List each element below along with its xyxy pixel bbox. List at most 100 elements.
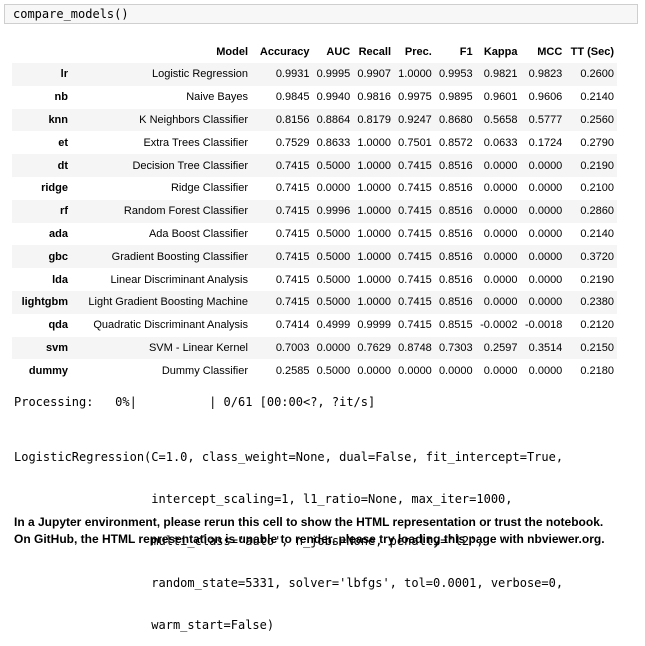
model-name: Gradient Boosting Classifier <box>111 250 248 263</box>
header-model: Model <box>216 46 248 58</box>
prec-cell: 0.7415 <box>398 296 432 309</box>
table-row: rf Random Forest Classifier 0.7415 0.9996 1.… <box>12 199 617 223</box>
table-header: Model Accuracy AUC Recall Prec. F1 Kappa… <box>12 41 617 63</box>
recall-cell: 0.7629 <box>357 341 392 354</box>
recall-cell: 1.0000 <box>357 273 392 286</box>
tt-sec-cell: 0.2380 <box>580 296 614 309</box>
mcc-cell: 0.0000 <box>528 273 563 286</box>
kappa-cell: 0.0000 <box>483 296 518 309</box>
f1-cell: 0.8516 <box>438 227 473 240</box>
auc-cell: 0.5000 <box>316 273 351 286</box>
row-index: dummy <box>28 364 68 377</box>
kappa-cell: 0.0000 <box>483 273 518 286</box>
recall-cell: 1.0000 <box>357 227 392 240</box>
header-tt-sec: TT (Sec) <box>570 46 614 58</box>
model-name: K Neighbors Classifier <box>139 113 248 126</box>
table-row: lightgbm Light Gradient Boosting Machine 0… <box>12 290 617 314</box>
accuracy-cell: 0.7415 <box>275 250 310 263</box>
auc-cell: 0.5000 <box>316 364 351 377</box>
mcc-cell: 0.0000 <box>528 205 563 218</box>
row-index: et <box>58 136 68 149</box>
header-kappa: Kappa <box>483 46 518 58</box>
header-accuracy: Accuracy <box>259 46 310 58</box>
model-name: Ada Boost Classifier <box>148 227 248 240</box>
header-row: Model Accuracy AUC Recall Prec. F1 Kappa… <box>12 41 617 63</box>
f1-cell: 0.8516 <box>438 296 473 309</box>
recall-cell: 0.9907 <box>357 68 392 81</box>
auc-cell: 0.9996 <box>316 205 351 218</box>
row-index: svm <box>45 341 68 354</box>
auc-cell: 0.9995 <box>316 68 351 81</box>
model-name: Extra Trees Classifier <box>143 136 248 149</box>
mcc-cell: 0.1724 <box>528 136 563 149</box>
mcc-cell: 0.9606 <box>528 91 563 104</box>
table-row: svm SVM - Linear Kernel 0.7003 0.0000 0.7629… <box>12 336 617 360</box>
recall-cell: 0.8179 <box>357 113 392 126</box>
prec-cell: 0.7415 <box>398 273 432 286</box>
prec-cell: 0.9975 <box>398 91 432 104</box>
kappa-cell: 0.0000 <box>483 364 518 377</box>
kappa-cell: 0.9821 <box>483 68 518 81</box>
table-row: nb Naive Bayes 0.9845 0.9940 0.9816 0.9975 0.9… <box>12 85 617 109</box>
model-name: Naive Bayes <box>186 91 248 104</box>
f1-cell: 0.8516 <box>438 273 473 286</box>
tt-sec-cell: 0.2120 <box>580 319 614 332</box>
f1-cell: 0.8516 <box>438 182 473 195</box>
table-row: ada Ada Boost Classifier 0.7415 0.5000 1.000… <box>12 222 617 246</box>
kappa-cell: 0.5658 <box>483 113 518 126</box>
code-cell-input[interactable]: compare_models() <box>4 4 638 24</box>
f1-cell: 0.8516 <box>438 205 473 218</box>
recall-cell: 1.0000 <box>357 296 392 309</box>
header-auc: AUC <box>326 46 351 58</box>
accuracy-cell: 0.9931 <box>275 68 310 81</box>
tt-sec-cell: 0.2190 <box>580 159 614 172</box>
table-row: qda Quadratic Discriminant Analysis 0.7414… <box>12 313 617 337</box>
tt-sec-cell: 0.3720 <box>580 250 614 263</box>
f1-cell: 0.8680 <box>438 113 473 126</box>
table-row: lr Logistic Regression 0.9931 0.9995 0.9907 1… <box>12 63 617 86</box>
repr-line: warm_start=False) <box>14 618 275 632</box>
tt-sec-cell: 0.2180 <box>580 364 614 377</box>
table-row: lda Linear Discriminant Analysis 0.7415 0.5… <box>12 268 617 291</box>
prec-cell: 0.8748 <box>398 341 432 354</box>
recall-cell: 1.0000 <box>357 136 392 149</box>
table-row: ridge Ridge Classifier 0.7415 0.0000 1.0000 0… <box>12 176 617 200</box>
table-row: et Extra Trees Classifier 0.7529 0.8633 1.00… <box>12 131 617 155</box>
auc-cell: 0.5000 <box>316 296 351 309</box>
accuracy-cell: 0.9845 <box>275 91 310 104</box>
kappa-cell: 0.0633 <box>483 136 518 149</box>
accuracy-cell: 0.7415 <box>275 159 310 172</box>
accuracy-cell: 0.7415 <box>275 273 310 286</box>
recall-cell: 0.0000 <box>357 364 392 377</box>
header-mcc: MCC <box>537 46 563 58</box>
row-index: gbc <box>48 250 68 263</box>
mcc-cell: 0.0000 <box>528 250 563 263</box>
code-text: compare_models() <box>13 7 129 21</box>
row-index: lda <box>52 273 68 286</box>
mcc-cell: 0.0000 <box>528 227 563 240</box>
tt-sec-cell: 0.2100 <box>580 182 614 195</box>
prec-cell: 0.7415 <box>398 250 432 263</box>
auc-cell: 0.5000 <box>316 159 351 172</box>
auc-cell: 0.4999 <box>316 319 351 332</box>
mcc-cell: 0.0000 <box>528 159 563 172</box>
tt-sec-cell: 0.2790 <box>580 136 614 149</box>
accuracy-cell: 0.2585 <box>275 364 310 377</box>
accuracy-cell: 0.7414 <box>275 319 310 332</box>
f1-cell: 0.7303 <box>438 341 473 354</box>
kappa-cell: -0.0002 <box>480 319 518 332</box>
header-prec: Prec. <box>404 46 432 58</box>
f1-cell: 0.9953 <box>438 68 473 81</box>
header-index <box>12 41 74 63</box>
f1-cell: 0.8516 <box>438 250 473 263</box>
kappa-cell: 0.0000 <box>483 205 518 218</box>
notice-line: On GitHub, the HTML representation is un… <box>14 532 605 546</box>
prec-cell: 0.7415 <box>398 319 432 332</box>
header-recall: Recall <box>358 46 392 58</box>
auc-cell: 0.5000 <box>316 250 351 263</box>
table-row: gbc Gradient Boosting Classifier 0.7415 0.5… <box>12 245 617 269</box>
kappa-cell: 0.2597 <box>483 341 518 354</box>
results-table: Model Accuracy AUC Recall Prec. F1 Kappa… <box>12 41 617 383</box>
table-row: dt Decision Tree Classifier 0.7415 0.5000 1.… <box>12 154 617 177</box>
row-index: dt <box>57 159 68 172</box>
